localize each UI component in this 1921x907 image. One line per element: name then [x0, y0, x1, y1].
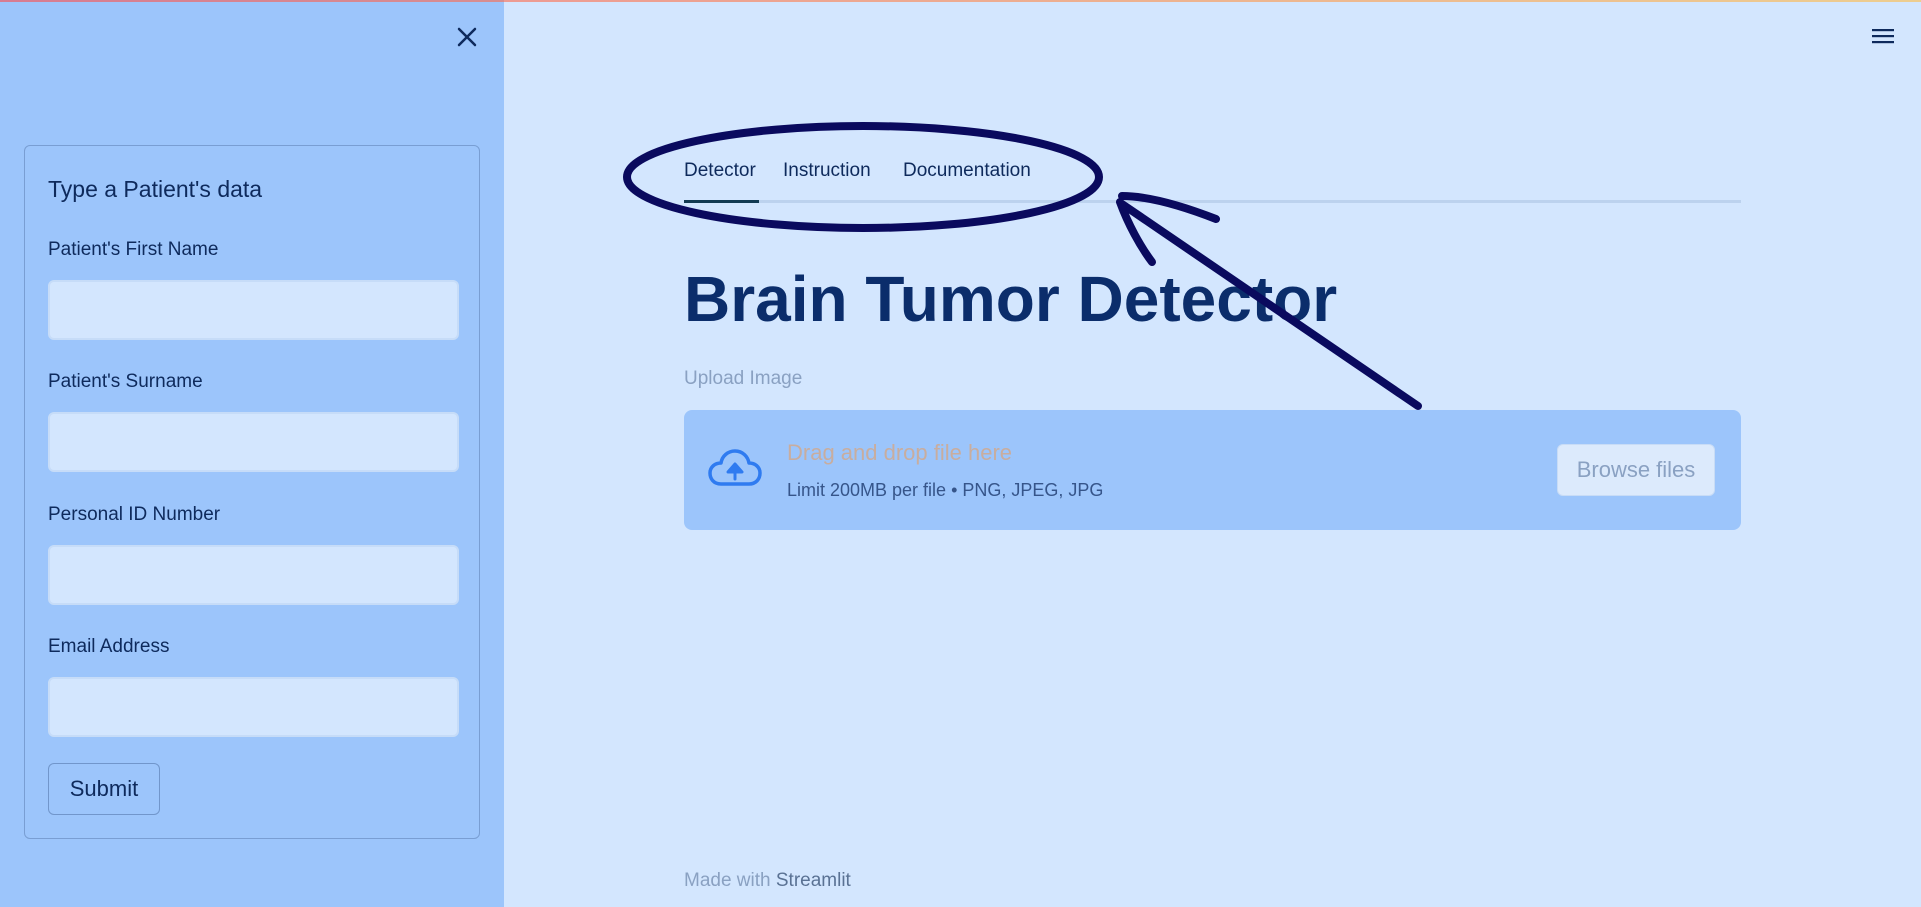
- tab-documentation[interactable]: Documentation: [903, 160, 1031, 182]
- tab-instruction[interactable]: Instruction: [783, 160, 871, 182]
- surname-label: Patient's Surname: [48, 371, 203, 392]
- browse-files-button[interactable]: Browse files: [1557, 444, 1715, 496]
- surname-input[interactable]: [48, 412, 459, 472]
- email-input[interactable]: [48, 677, 459, 737]
- top-decoration-bar: [0, 0, 1921, 2]
- footer-prefix: Made with: [684, 870, 776, 891]
- file-dropzone[interactable]: Drag and drop file here Limit 200MB per …: [684, 410, 1741, 530]
- tab-bar: Detector Instruction Documentation: [684, 150, 1741, 205]
- streamlit-link[interactable]: Streamlit: [776, 870, 851, 891]
- personal-id-label: Personal ID Number: [48, 504, 221, 525]
- tab-detector[interactable]: Detector: [684, 160, 756, 182]
- submit-button[interactable]: Submit: [48, 763, 160, 815]
- first-name-label: Patient's First Name: [48, 239, 219, 260]
- email-label: Email Address: [48, 636, 170, 657]
- active-tab-indicator: [684, 200, 759, 203]
- dropzone-text: Drag and drop file here: [787, 440, 1013, 465]
- patient-form: Type a Patient's data Patient's First Na…: [24, 145, 480, 839]
- tab-track: [684, 200, 1741, 203]
- cloud-upload-icon: [707, 446, 763, 494]
- sidebar: Type a Patient's data Patient's First Na…: [0, 0, 504, 907]
- footer: Made with Streamlit: [684, 870, 851, 892]
- dropzone-limit-text: Limit 200MB per file • PNG, JPEG, JPG: [787, 480, 1104, 500]
- hamburger-menu-icon[interactable]: [1871, 26, 1895, 46]
- first-name-input[interactable]: [48, 280, 459, 340]
- personal-id-input[interactable]: [48, 545, 459, 605]
- page-title: Brain Tumor Detector: [684, 263, 1338, 335]
- upload-label: Upload Image: [684, 368, 803, 389]
- close-icon[interactable]: [452, 22, 482, 52]
- form-title: Type a Patient's data: [48, 176, 263, 202]
